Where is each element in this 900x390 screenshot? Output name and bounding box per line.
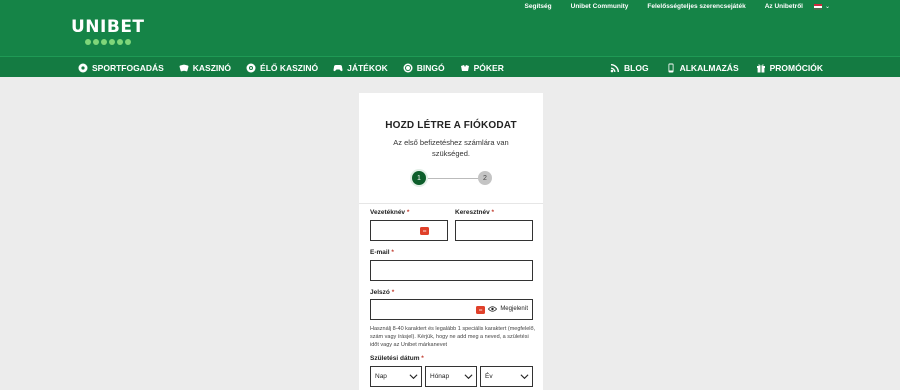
nav-label: PROMÓCIÓK — [769, 62, 823, 73]
nav-label: BLOG — [624, 62, 649, 73]
password-input[interactable]: ••• Megjelenít — [370, 299, 533, 320]
nav-item-games[interactable]: JÁTÉKOK — [333, 63, 388, 73]
eye-icon — [488, 306, 498, 312]
nav-item-blog[interactable]: BLOG — [610, 63, 649, 73]
live-casino-icon — [246, 63, 256, 72]
nav-label: JÁTÉKOK — [347, 62, 388, 73]
birth-day-select[interactable]: Nap — [370, 366, 422, 387]
step-indicator: 1 2 — [412, 171, 492, 185]
birthdate-label-text: Születési dátum — [370, 355, 420, 362]
nav-item-bingo[interactable]: BINGÓ — [403, 63, 445, 73]
year-placeholder: Év — [485, 373, 493, 380]
games-icon — [333, 64, 343, 71]
password-hint: Használj 8-40 karaktert és legalább 1 sp… — [370, 326, 536, 348]
divider — [359, 203, 543, 204]
step-1: 1 — [412, 171, 426, 185]
chevron-down-icon — [464, 374, 473, 380]
required-mark: * — [391, 289, 395, 296]
password-label: Jelszó * — [370, 289, 394, 296]
nav-item-live-casino[interactable]: ÉLŐ KASZINÓ — [246, 63, 318, 73]
logo-text: UNIBET — [71, 17, 145, 37]
nav-label: ALKALMAZÁS — [679, 62, 739, 73]
birthdate-label: Születési dátum * — [370, 355, 424, 362]
main-nav: SPORTFOGADÁS KASZINÓ ÉLŐ KASZINÓ JÁTÉKOK… — [0, 56, 900, 77]
password-manager-icon[interactable]: ••• — [420, 227, 429, 235]
nav-item-promotions[interactable]: PROMÓCIÓK — [756, 63, 823, 73]
step-connector — [424, 178, 484, 179]
chevron-down-icon: ⌄ — [824, 4, 830, 10]
lastname-label: Vezetéknév * — [370, 209, 409, 216]
top-links: Segítség Unibet Community Felelősségtelj… — [506, 3, 830, 10]
show-password-label: Megjelenít — [500, 306, 528, 312]
nav-item-sportsbetting[interactable]: SPORTFOGADÁS — [78, 63, 164, 73]
form-title: HOZD LÉTRE A FIÓKODAT — [385, 120, 517, 131]
toplink-responsible-gaming[interactable]: Felelősségteljes szerencsejáték — [647, 3, 745, 10]
toplink-community[interactable]: Unibet Community — [571, 3, 629, 10]
show-password-toggle[interactable]: Megjelenít — [488, 306, 528, 312]
required-mark: * — [406, 209, 410, 216]
unibet-logo[interactable]: UNIBET — [71, 19, 145, 45]
step-2: 2 — [478, 171, 492, 185]
rss-icon — [610, 63, 620, 72]
toplink-help[interactable]: Segítség — [525, 3, 552, 10]
nav-label: PÓKER — [473, 62, 504, 73]
birth-month-select[interactable]: Hónap — [425, 366, 477, 387]
password-label-text: Jelszó — [370, 289, 390, 296]
password-manager-icon[interactable]: ••• — [476, 306, 485, 314]
form-subtitle: Az első befizetéshez számlára van szüksé… — [393, 138, 509, 158]
firstname-label: Keresztnév * — [455, 209, 494, 216]
poker-icon — [460, 64, 469, 71]
birth-year-select[interactable]: Év — [480, 366, 533, 387]
required-mark: * — [491, 209, 495, 216]
email-label-text: E-mail — [370, 249, 390, 256]
month-placeholder: Hónap — [430, 373, 450, 380]
email-label: E-mail * — [370, 249, 394, 256]
gift-icon — [756, 63, 765, 72]
lastname-input[interactable]: ••• — [370, 220, 448, 241]
casino-icon — [179, 64, 189, 71]
firstname-label-text: Keresztnév — [455, 209, 490, 216]
sports-icon — [78, 63, 88, 72]
phone-icon — [668, 63, 674, 72]
registration-card: HOZD LÉTRE A FIÓKODAT Az első befizetésh… — [359, 93, 543, 390]
nav-item-poker[interactable]: PÓKER — [460, 63, 504, 73]
firstname-input[interactable] — [455, 220, 533, 241]
bingo-icon — [403, 63, 413, 72]
chevron-down-icon — [409, 374, 418, 380]
day-placeholder: Nap — [375, 373, 387, 380]
chevron-down-icon — [520, 374, 529, 380]
lastname-label-text: Vezetéknév — [370, 209, 406, 216]
hungary-flag-icon — [813, 3, 822, 10]
nav-label: ÉLŐ KASZINÓ — [260, 62, 319, 73]
nav-label: BINGÓ — [416, 62, 445, 73]
nav-label: SPORTFOGADÁS — [92, 62, 164, 73]
toplink-about[interactable]: Az Unibetről — [765, 3, 803, 10]
required-mark: * — [391, 249, 394, 256]
nav-item-app[interactable]: ALKALMAZÁS — [666, 63, 739, 73]
logo-dots-icon — [85, 39, 145, 45]
top-header: UNIBET Segítség Unibet Community Felelős… — [0, 0, 900, 56]
email-input[interactable] — [370, 260, 533, 281]
nav-label: KASZINÓ — [192, 62, 232, 73]
nav-right-group: BLOG ALKALMAZÁS PROMÓCIÓK — [593, 57, 823, 78]
nav-item-casino[interactable]: KASZINÓ — [179, 63, 231, 73]
required-mark: * — [421, 355, 424, 362]
nav-left-group: SPORTFOGADÁS KASZINÓ ÉLŐ KASZINÓ JÁTÉKOK… — [78, 57, 519, 78]
language-selector[interactable]: ⌄ — [813, 3, 830, 10]
